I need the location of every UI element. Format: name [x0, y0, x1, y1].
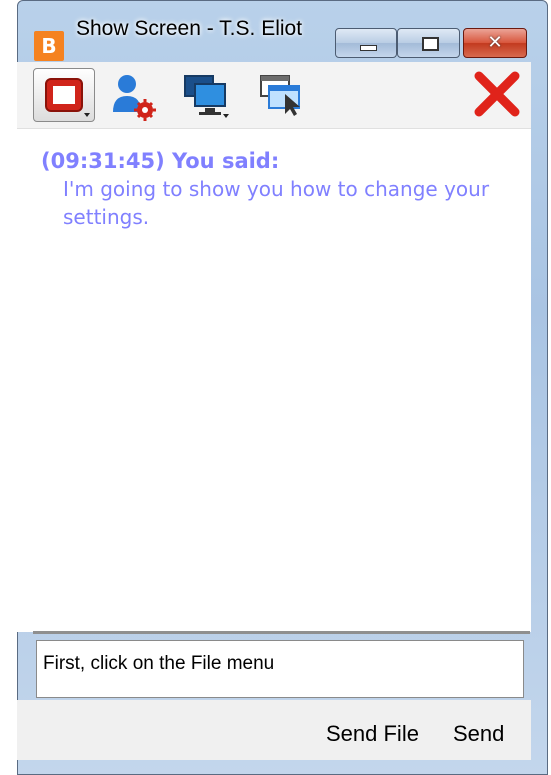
app-logo-icon: B [34, 31, 64, 61]
user-settings-icon [113, 75, 156, 121]
message-input[interactable]: First, click on the File menu [36, 640, 524, 698]
splitter[interactable] [33, 631, 530, 634]
window-select-button[interactable] [255, 68, 311, 122]
record-button[interactable] [33, 68, 95, 122]
window-select-icon [260, 75, 300, 116]
send-button[interactable]: Send [453, 721, 504, 747]
window-close-button[interactable]: ✕ [463, 28, 527, 58]
monitor-button[interactable] [179, 68, 235, 122]
monitor-icon [184, 75, 229, 118]
maximize-icon [422, 37, 439, 51]
titlebar[interactable]: B Show Screen - T.S. Eliot ✕ [18, 1, 547, 63]
minimize-icon [360, 45, 377, 51]
toolbar [17, 62, 531, 129]
maximize-button[interactable] [397, 28, 460, 58]
close-icon [474, 71, 520, 117]
close-session-button[interactable] [469, 68, 525, 122]
chat-log[interactable]: (09:31:45) You said: I'm going to show y… [17, 129, 531, 632]
chat-message-text: I'm going to show you how to change your… [63, 177, 490, 229]
chat-message-header: (09:31:45) You said: [41, 149, 280, 173]
user-settings-button[interactable] [105, 68, 161, 122]
minimize-button[interactable] [335, 28, 397, 58]
send-file-button[interactable]: Send File [326, 721, 419, 747]
record-icon [45, 78, 90, 117]
message-input-value: First, click on the File menu [43, 653, 275, 674]
close-x-icon: ✕ [487, 32, 503, 53]
window-title: Show Screen - T.S. Eliot [76, 17, 303, 40]
action-bar: Send File Send [17, 700, 531, 760]
